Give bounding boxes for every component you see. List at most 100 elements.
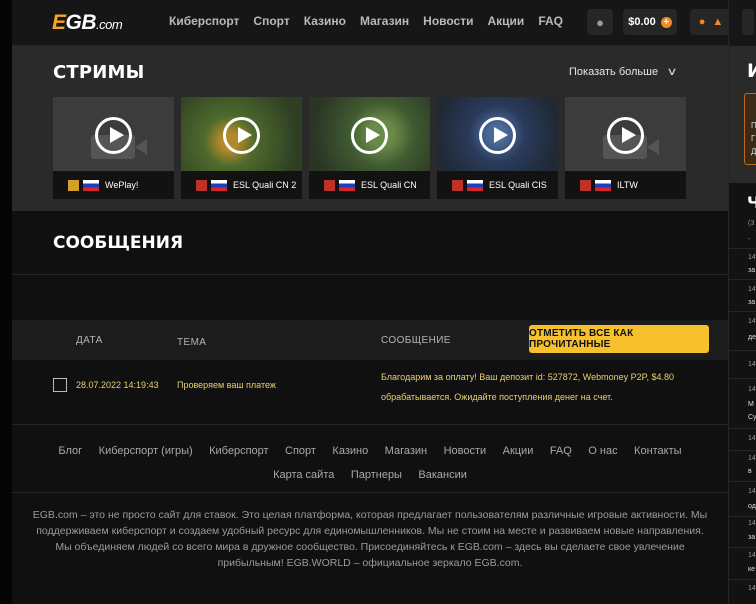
russia-flag-icon (467, 179, 483, 191)
chat-item: за (748, 299, 756, 306)
column-message: СООБЩЕНИЕ (381, 335, 451, 346)
stream-card[interactable]: ESL Quali CIS (437, 97, 558, 199)
balance-button[interactable]: $0.00 + (623, 9, 677, 35)
divider (12, 274, 728, 275)
apps-button[interactable]: ● ▲ (690, 9, 732, 35)
chat-item: 14 (748, 552, 756, 559)
nav-news[interactable]: Новости (423, 14, 473, 28)
sidebar-panel: И П Г Д (729, 46, 756, 183)
footer-link-casino[interactable]: Казино (332, 445, 368, 457)
stream-card[interactable]: ESL Quali CN 2 (181, 97, 302, 199)
russia-flag-icon (595, 179, 611, 191)
nav-faq[interactable]: FAQ (538, 14, 563, 28)
messages-section: СООБЩЕНИЯ ДАТА ТЕМА СООБЩЕНИЕ ОТМЕТИТЬ В… (12, 211, 728, 604)
nav-sport[interactable]: Спорт (253, 14, 289, 28)
stream-card-bar: WePlay! (53, 171, 174, 199)
divider (729, 279, 756, 280)
footer-link-blog[interactable]: Блог (58, 445, 82, 457)
sidebar-header (729, 0, 756, 46)
footer-link-news[interactable]: Новости (444, 445, 487, 457)
chat-item: за (748, 267, 756, 274)
nav-promotions[interactable]: Акции (488, 14, 525, 28)
divider (729, 248, 756, 249)
streams-section: СТРИМЫ Показать больше ∨ WePlay! ESL Qual… (12, 46, 728, 211)
russia-flag-icon (339, 179, 355, 191)
russia-flag-icon (211, 179, 227, 191)
chat-count: (3 (748, 220, 755, 227)
footer-link-esports[interactable]: Киберспорт (209, 445, 268, 457)
plus-icon: + (660, 16, 672, 28)
dota2-icon (452, 179, 463, 191)
play-icon[interactable] (607, 117, 644, 154)
nav-esports[interactable]: Киберспорт (169, 14, 239, 28)
chat-item: 14 (748, 361, 756, 368)
stream-name: ILTW (617, 180, 638, 190)
play-icon[interactable] (479, 117, 516, 154)
chat-item: 14 (748, 254, 756, 261)
divider (729, 450, 756, 451)
divider (729, 350, 756, 351)
stream-card-bar: ESL Quali CN 2 (181, 171, 302, 199)
right-sidebar: И П Г Д Ч (3 - 14 за 14 за 14 де 14 14 М… (728, 0, 756, 604)
mark-all-read-button[interactable]: ОТМЕТИТЬ ВСЕ КАК ПРОЧИТАННЫЕ (529, 325, 709, 353)
footer-link-partners[interactable]: Партнеры (351, 469, 402, 481)
chat-item: ке (748, 566, 756, 573)
divider (12, 424, 728, 425)
csgo-icon (68, 179, 79, 191)
messages-table-header: ДАТА ТЕМА СООБЩЕНИЕ ОТМЕТИТЬ ВСЕ КАК ПРО… (12, 320, 728, 360)
chat-item: 14 (748, 435, 756, 442)
footer-link-shop[interactable]: Магазин (385, 445, 427, 457)
message-topic[interactable]: Проверяем ваш платеж (177, 380, 276, 390)
stream-card[interactable]: ESL Quali CN (309, 97, 430, 199)
show-more-link[interactable]: Показать больше ∨ (569, 65, 678, 78)
user-button[interactable]: ● (587, 9, 613, 35)
footer-link-contacts[interactable]: Контакты (634, 445, 682, 457)
about-text: EGB.com – это не просто сайт для ставок.… (32, 509, 708, 569)
play-icon[interactable] (95, 117, 132, 154)
sidebar-promo-card[interactable]: П Г Д (744, 93, 756, 165)
play-icon[interactable] (351, 117, 388, 154)
divider (729, 481, 756, 482)
chat-item: Су (748, 414, 756, 421)
footer-link-vacancies[interactable]: Вакансии (418, 469, 467, 481)
stream-name: ESL Quali CN (361, 180, 417, 190)
divider (729, 311, 756, 312)
stream-name: WePlay! (105, 180, 139, 190)
chat-item: - (748, 236, 751, 243)
chat-item: в (748, 468, 752, 475)
stream-card[interactable]: WePlay! (53, 97, 174, 199)
sidebar-panel-title: И (747, 60, 756, 82)
footer-link-esports-games[interactable]: Киберспорт (игры) (99, 445, 193, 457)
table-row[interactable]: 28.07.2022 14:19:43 Проверяем ваш платеж… (12, 360, 728, 424)
chat-item: 14 (748, 488, 756, 495)
top-header: EGB.com Киберспорт Спорт Казино Магазин … (12, 0, 732, 46)
stream-cards: WePlay! ESL Quali CN 2 ESL Quali CN ESL … (53, 97, 686, 199)
chat-item: 14 (748, 585, 756, 592)
footer-links: Блог Киберспорт (игры) Киберспорт Спорт … (12, 441, 728, 489)
stream-card-bar: ESL Quali CN (309, 171, 430, 199)
chat-item: 14 (748, 318, 756, 325)
footer-link-sport[interactable]: Спорт (285, 445, 316, 457)
sidebar-header-button[interactable] (742, 9, 754, 35)
footer-link-promotions[interactable]: Акции (503, 445, 534, 457)
footer-link-about[interactable]: О нас (588, 445, 617, 457)
android-icon: ▲ (712, 16, 724, 28)
stream-card-bar: ESL Quali CIS (437, 171, 558, 199)
stream-card-bar: ILTW (565, 171, 686, 199)
chat-title: Ч (747, 193, 756, 212)
chat-item: 14 (748, 455, 756, 462)
chat-item: де (748, 334, 756, 341)
divider (12, 492, 728, 493)
nav-shop[interactable]: Магазин (360, 14, 409, 28)
footer-link-sitemap[interactable]: Карта сайта (273, 469, 334, 481)
stream-card[interactable]: ILTW (565, 97, 686, 199)
message-date: 28.07.2022 14:19:43 (76, 380, 159, 390)
play-icon[interactable] (223, 117, 260, 154)
message-checkbox[interactable] (53, 378, 67, 392)
streams-title: СТРИМЫ (53, 62, 145, 83)
dota2-icon (324, 179, 335, 191)
footer-link-faq[interactable]: FAQ (550, 445, 572, 457)
chat-item: М (748, 401, 754, 408)
egb-logo[interactable]: EGB.com (52, 11, 123, 35)
nav-casino[interactable]: Казино (304, 14, 346, 28)
